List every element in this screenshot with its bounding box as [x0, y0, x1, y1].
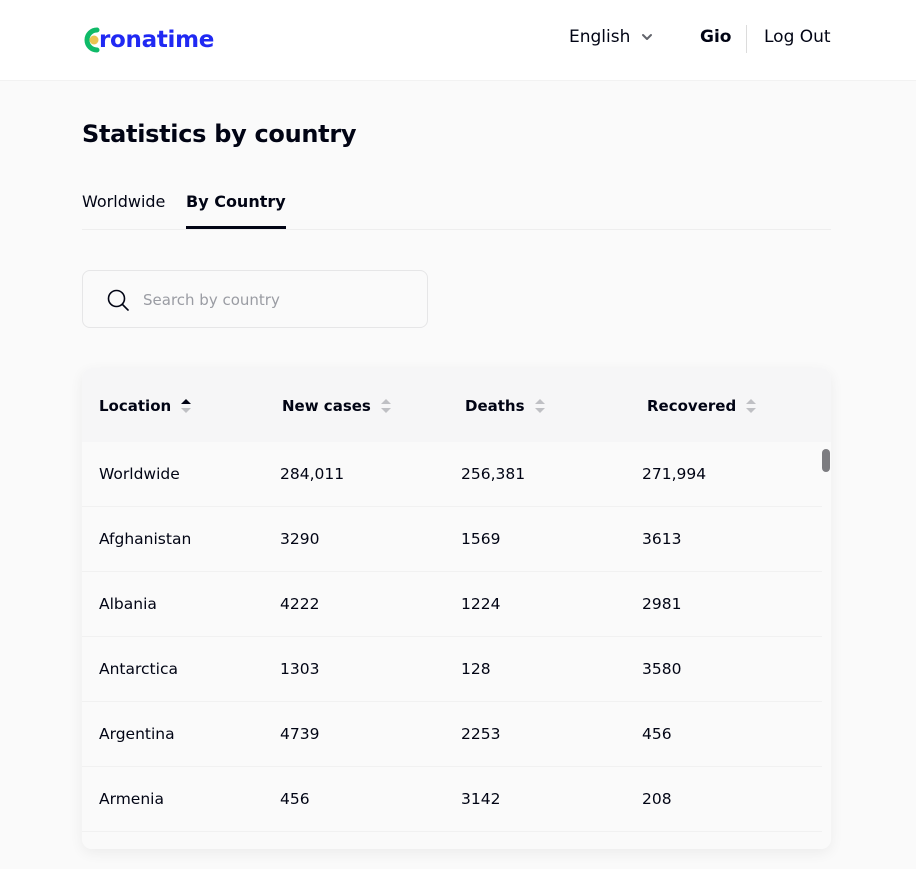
logo-c-icon: [84, 27, 100, 53]
cell-deaths: 1224: [461, 595, 501, 613]
chevron-down-icon: [642, 34, 653, 40]
table-row: Worldwide 284,011 256,381 271,994: [82, 442, 822, 507]
cell-recovered: 2981: [642, 595, 682, 613]
tab-by-country[interactable]: By Country: [186, 192, 286, 230]
table-row: [82, 832, 822, 849]
table-row: Albania 4222 1224 2981: [82, 572, 822, 637]
table-header: Location New cases Deaths Recovered: [82, 368, 831, 442]
sort-icon: [380, 399, 391, 413]
cell-recovered: 271,994: [642, 465, 707, 483]
language-selector[interactable]: English: [569, 27, 654, 47]
stats-table: Location New cases Deaths Recovered Worl…: [82, 368, 831, 849]
page-title: Statistics by country: [82, 120, 357, 148]
column-label: Location: [99, 397, 172, 415]
cell-location: Argentina: [99, 725, 175, 743]
search-box: [82, 270, 428, 328]
column-header-recovered[interactable]: Recovered: [647, 396, 758, 416]
cell-new-cases: 3290: [280, 530, 320, 548]
search-icon: [107, 289, 129, 311]
top-header: ronatime English Gio Log Out: [0, 0, 916, 81]
cell-new-cases: 4739: [280, 725, 320, 743]
cell-location: Albania: [99, 595, 157, 613]
cell-deaths: 3142: [461, 790, 501, 808]
header-divider: [746, 25, 747, 53]
column-label: Recovered: [647, 397, 737, 415]
table-body[interactable]: Worldwide 284,011 256,381 271,994 Afghan…: [82, 442, 822, 849]
cell-recovered: 208: [642, 790, 672, 808]
table-row: Armenia 456 3142 208: [82, 767, 822, 832]
logout-button[interactable]: Log Out: [764, 27, 831, 47]
cell-new-cases: 4222: [280, 595, 320, 613]
cell-location: Armenia: [99, 790, 164, 808]
scrollbar-thumb[interactable]: [822, 449, 830, 472]
cell-location: Antarctica: [99, 660, 178, 678]
cell-deaths: 128: [461, 660, 491, 678]
cell-recovered: 3613: [642, 530, 682, 548]
cell-deaths: 1569: [461, 530, 501, 548]
column-header-deaths[interactable]: Deaths: [465, 396, 547, 416]
sort-ascending-icon: [181, 399, 192, 413]
cell-recovered: 456: [642, 725, 672, 743]
logo-text: ronatime: [99, 27, 215, 53]
column-header-new-cases[interactable]: New cases: [282, 396, 393, 416]
user-name: Gio: [700, 27, 732, 47]
column-label: Deaths: [465, 397, 525, 415]
table-row: Argentina 4739 2253 456: [82, 702, 822, 767]
column-label: New cases: [282, 397, 371, 415]
cell-new-cases: 456: [280, 790, 310, 808]
language-label: English: [569, 27, 631, 47]
table-row: Antarctica 1303 128 3580: [82, 637, 822, 702]
column-header-location[interactable]: Location: [99, 396, 193, 416]
cell-new-cases: 1303: [280, 660, 320, 678]
cell-new-cases: 284,011: [280, 465, 345, 483]
sort-icon: [534, 399, 545, 413]
sort-icon: [746, 399, 757, 413]
view-tabs: Worldwide By Country: [82, 192, 831, 230]
cell-deaths: 2253: [461, 725, 501, 743]
cell-recovered: 3580: [642, 660, 682, 678]
scrollbar-track[interactable]: [822, 442, 831, 849]
cell-location: Worldwide: [99, 465, 180, 483]
table-row: Afghanistan 3290 1569 3613: [82, 507, 822, 572]
cell-deaths: 256,381: [461, 465, 526, 483]
cell-location: Afghanistan: [99, 530, 192, 548]
coronatime-logo[interactable]: ronatime: [82, 24, 214, 56]
tab-worldwide[interactable]: Worldwide: [82, 192, 165, 230]
search-input[interactable]: [143, 287, 413, 313]
